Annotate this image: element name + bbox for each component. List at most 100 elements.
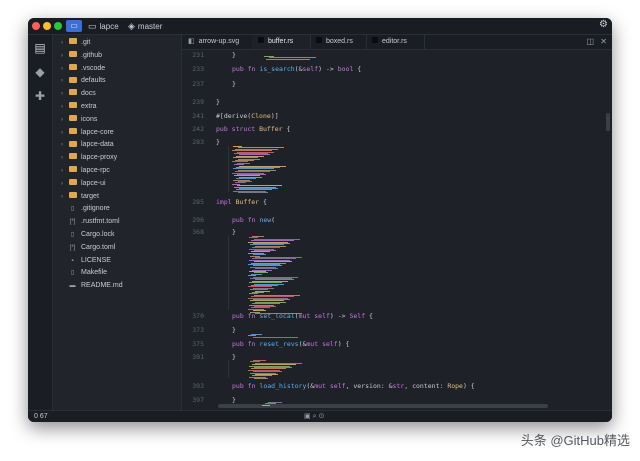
- tree-folder[interactable]: › lapce-core: [61, 127, 114, 139]
- rust-file-icon: [258, 37, 264, 44]
- tab-buffer-rs[interactable]: buffer.rs: [252, 35, 311, 49]
- line-number: 237: [192, 80, 204, 88]
- chevron-right-icon: ›: [61, 78, 63, 85]
- close-window-button[interactable]: [32, 22, 40, 30]
- tree-label: extra: [81, 103, 97, 110]
- code-fragment: [253, 336, 298, 338]
- tree-file[interactable]: ▪ LICENSE: [69, 255, 111, 267]
- chevron-right-icon: ›: [61, 52, 63, 59]
- watermark: 头条 @GitHub精选: [520, 433, 630, 448]
- app-window: ▭ ▭ lapce ◈ master ⚙ ▤ ◆ ✚ › .git › .github ›.…: [28, 18, 612, 422]
- tree-label: docs: [81, 90, 96, 98]
- line-number: 241: [192, 112, 204, 120]
- maximize-window-button[interactable]: [54, 22, 62, 30]
- tree-folder[interactable]: › lapce-data: [61, 139, 114, 151]
- folder-icon: [69, 191, 77, 198]
- project-name[interactable]: ▭ lapce: [88, 20, 119, 32]
- chevron-right-icon: ›: [61, 168, 63, 174]
- branch-selector[interactable]: ◈ master: [128, 20, 162, 32]
- file-icon: ▯: [70, 232, 75, 238]
- split-editor-icon[interactable]: ◫: [586, 35, 594, 49]
- tree-label: .git: [81, 39, 91, 46]
- tree-label: defaults: [81, 77, 106, 85]
- code-line: #[derive(Clone)]: [216, 112, 279, 120]
- rust-file-icon: [372, 37, 378, 44]
- line-number: 233: [192, 65, 204, 73]
- settings-icon[interactable]: ⊙: [318, 413, 324, 420]
- tree-folder[interactable]: › .git: [61, 37, 90, 49]
- files-icon[interactable]: ▤: [33, 41, 47, 55]
- close-icon[interactable]: ✕: [600, 35, 607, 49]
- code-line: pub struct Buffer {: [216, 125, 291, 133]
- folder-icon: [69, 50, 77, 57]
- tree-file[interactable]: [*] Cargo.toml: [69, 242, 116, 254]
- chevron-right-icon: ›: [61, 180, 63, 187]
- code-line: pub fn load_history(&mut self, version: …: [232, 382, 475, 390]
- tab-editor-rs[interactable]: editor.rs: [366, 35, 425, 49]
- indent-guide: [228, 236, 229, 310]
- tree-folder[interactable]: › lapce-proxy: [61, 152, 117, 164]
- status-bar: 0 67 ▣ ⌕ ⊙: [28, 410, 612, 422]
- tree-label: .gitignore: [81, 205, 110, 213]
- line-number: 283: [192, 138, 204, 146]
- tree-folder[interactable]: › extra: [61, 101, 97, 113]
- line-number: 393: [192, 382, 204, 390]
- folder-icon: [69, 38, 77, 45]
- code-line: }: [216, 138, 220, 146]
- indent-guide: [228, 146, 229, 192]
- file-icon: ▯: [70, 270, 75, 277]
- line-number: 375: [192, 340, 204, 348]
- code-fragment: [255, 313, 302, 314]
- tree-folder[interactable]: › .vscode: [61, 63, 105, 75]
- panel-icon[interactable]: ▣: [304, 413, 311, 420]
- status-diagnostics[interactable]: 0 67: [34, 411, 48, 422]
- tree-label: Cargo.toml: [81, 243, 116, 251]
- tree-file[interactable]: ▯ Cargo.lock: [69, 229, 115, 241]
- file-icon: [*]: [69, 244, 76, 251]
- code-line: }: [232, 228, 236, 236]
- tree-label: lapce-data: [81, 141, 114, 149]
- gear-icon[interactable]: ⚙: [599, 19, 608, 30]
- tree-file[interactable]: [*] .rustfmt.toml: [69, 216, 120, 228]
- file-icon: ▪: [71, 257, 74, 264]
- tree-label: README.md: [81, 282, 123, 290]
- tree-label: lapce-proxy: [81, 154, 118, 162]
- file-explorer: › .git › .github › .vscode › defaults › docs › extr…: [53, 35, 182, 410]
- tree-folder[interactable]: › defaults: [61, 75, 106, 87]
- tab-boxed-rs[interactable]: boxed.rs: [310, 35, 367, 49]
- code-line: }: [232, 326, 236, 334]
- vertical-scrollbar[interactable]: [606, 113, 610, 131]
- tree-folder[interactable]: › icons: [61, 114, 97, 126]
- folder-icon: [69, 178, 77, 185]
- search-icon[interactable]: ⌕: [313, 413, 317, 420]
- tree-file[interactable]: ▯ Makefile: [69, 267, 107, 279]
- chevron-right-icon: ›: [61, 142, 63, 149]
- line-number: 370: [192, 312, 204, 320]
- folder-icon: [69, 114, 77, 121]
- tree-label: lapce-ui: [81, 179, 106, 187]
- minimize-window-button[interactable]: [43, 22, 51, 30]
- code-editor[interactable]: 231} 233 pub fn is_search(&self) -> bool {…: [182, 50, 612, 410]
- svg-file-icon: ◧: [188, 38, 195, 45]
- code-line: }: [232, 51, 236, 59]
- extensions-icon[interactable]: ✚: [33, 89, 47, 103]
- folder-icon: [69, 89, 77, 96]
- tree-folder[interactable]: › target: [61, 191, 99, 203]
- git-icon[interactable]: ◆: [33, 65, 47, 79]
- code-line: }: [232, 353, 236, 361]
- code-line: }: [232, 80, 236, 88]
- tab-arrow-up-svg[interactable]: ◧ arrow-up.svg: [182, 35, 253, 49]
- status-icons: ▣ ⌕ ⊙: [304, 411, 324, 422]
- tree-folder[interactable]: › lapce-rpc: [61, 165, 110, 177]
- chevron-right-icon: ›: [61, 129, 63, 136]
- tree-folder[interactable]: › docs: [61, 88, 96, 100]
- tree-folder[interactable]: › .github: [61, 50, 102, 62]
- line-number: 231: [192, 51, 204, 59]
- folder-icon[interactable]: ▭: [66, 20, 82, 32]
- tree-file[interactable]: ▯ .gitignore: [69, 203, 110, 215]
- tree-file[interactable]: ▬ README.md: [69, 280, 123, 292]
- tree-label: .vscode: [81, 64, 106, 72]
- tree-folder[interactable]: › lapce-ui: [61, 178, 106, 190]
- tree-label: .github: [81, 51, 103, 59]
- chevron-right-icon: ›: [61, 65, 63, 72]
